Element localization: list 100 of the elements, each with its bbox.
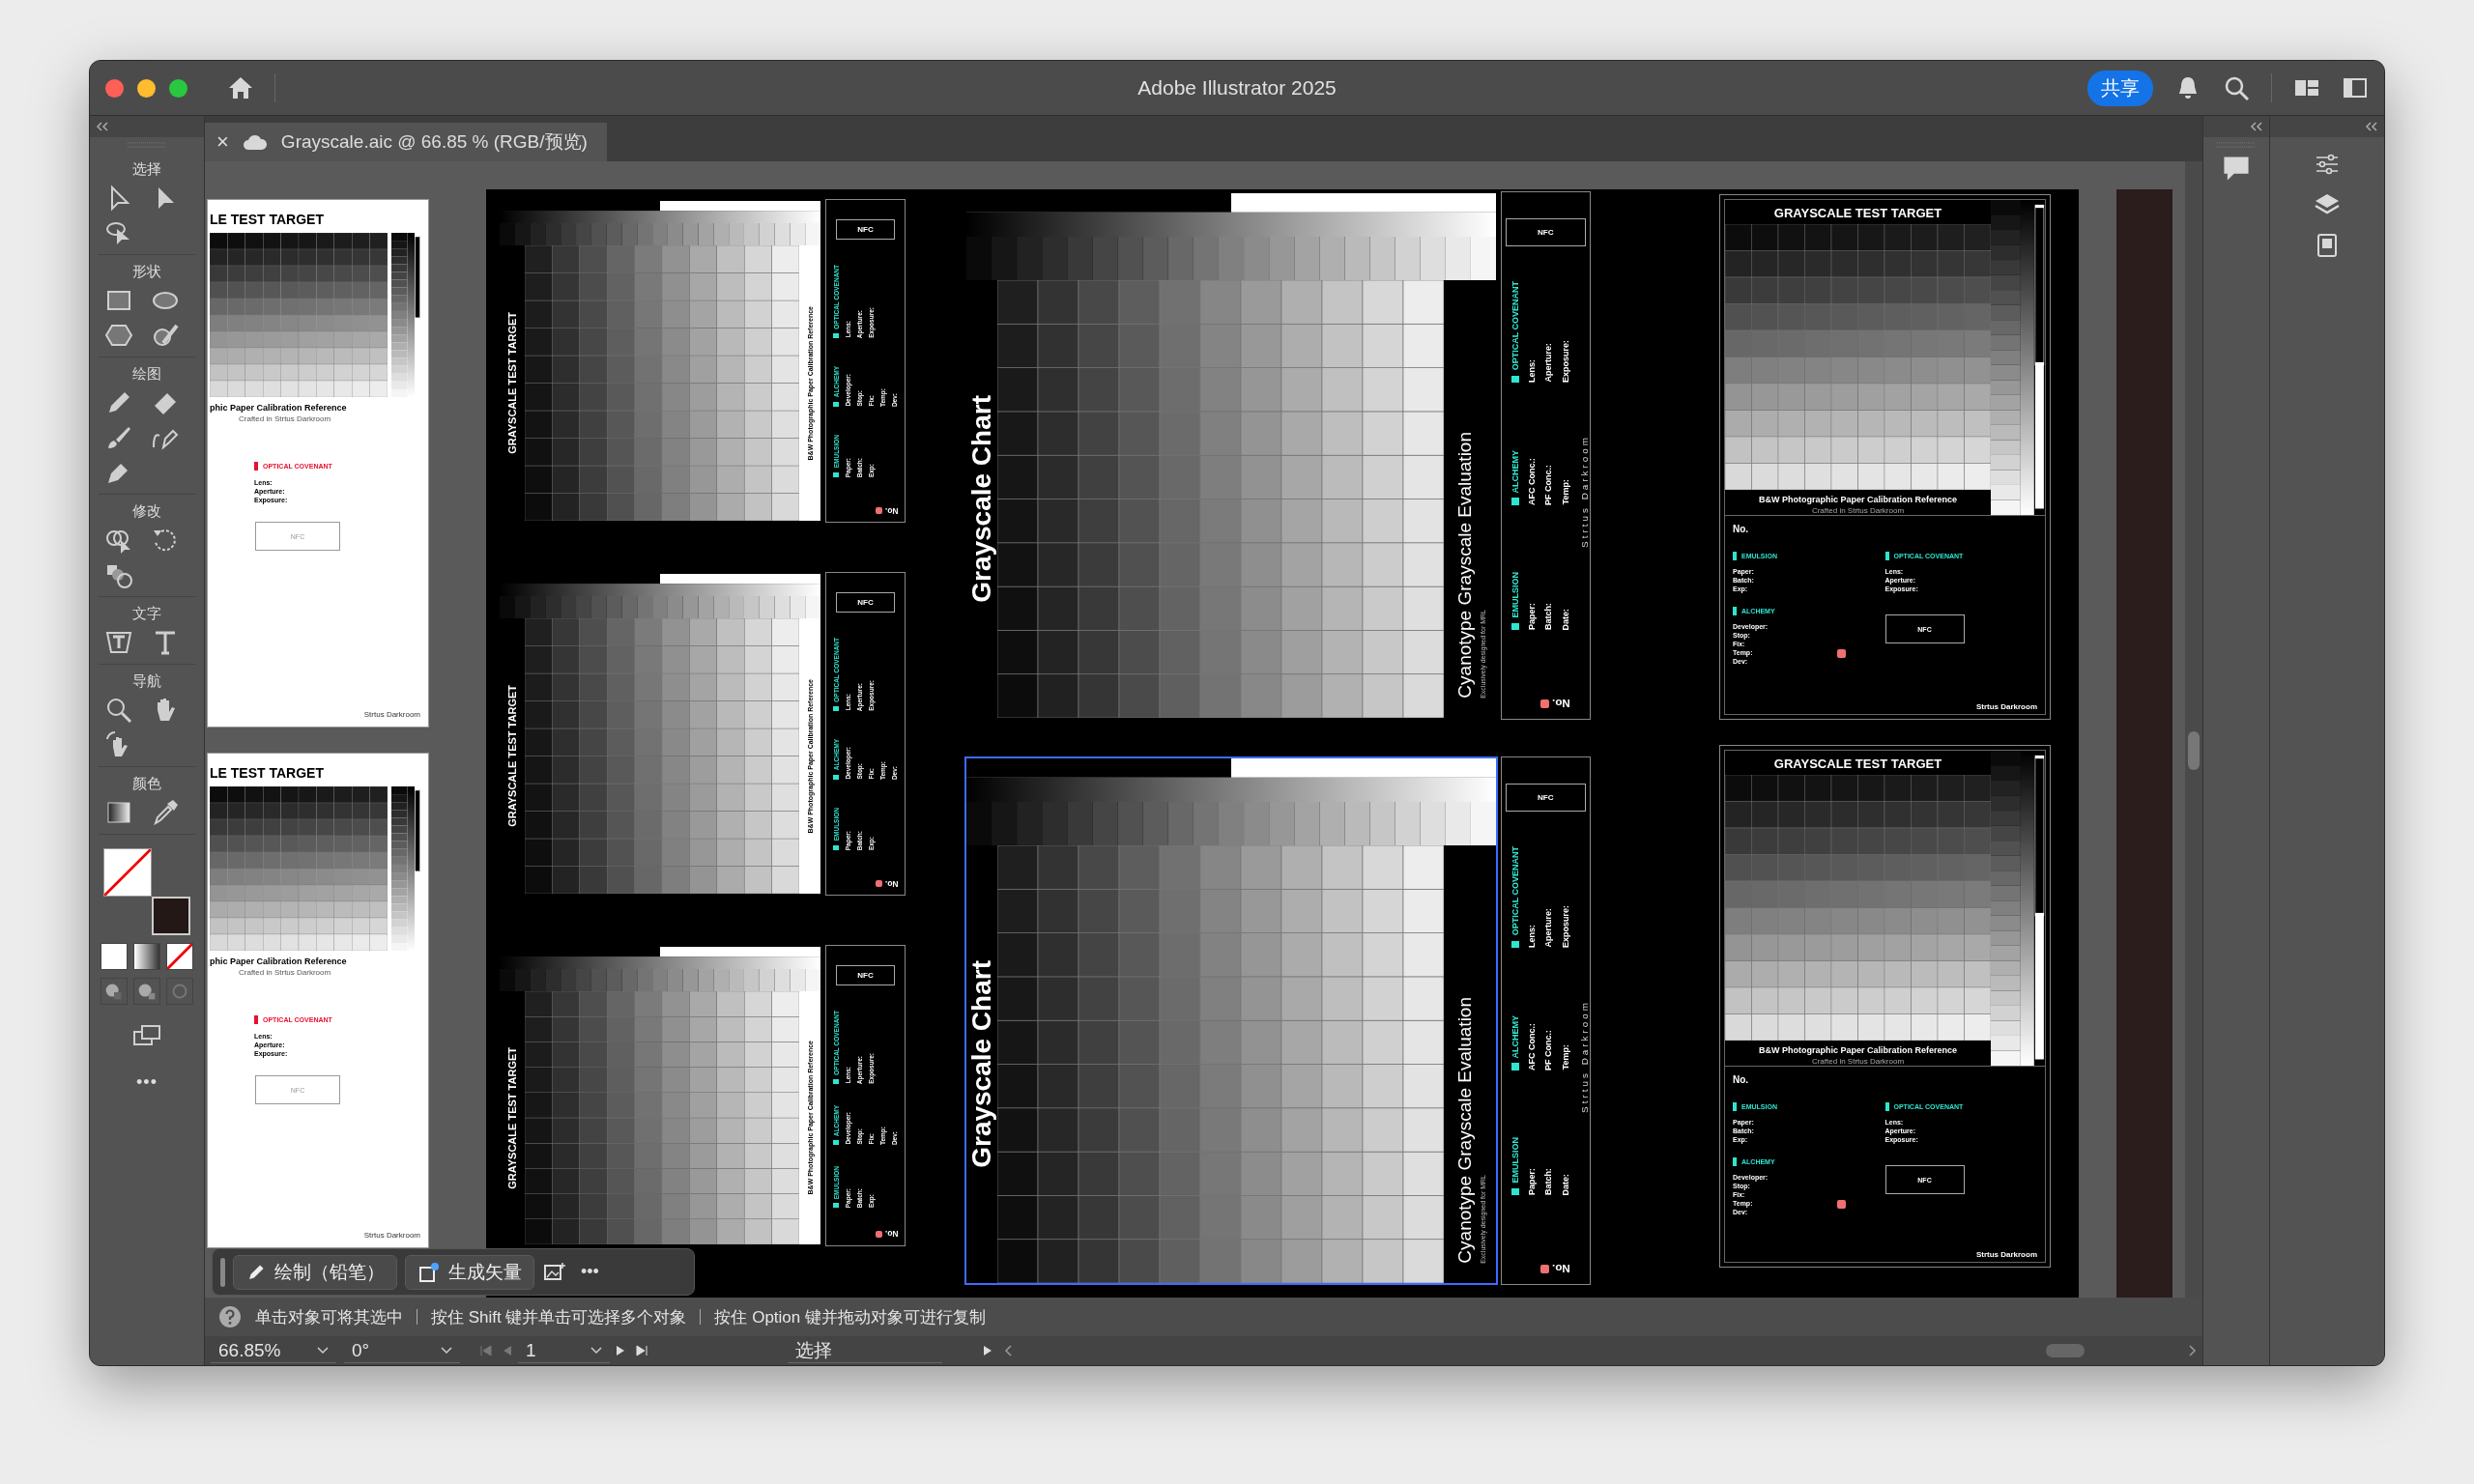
field-label: Paper: [1527, 1168, 1538, 1196]
field-label: Exposure: [1560, 904, 1570, 948]
section-marker-icon [1733, 1102, 1737, 1111]
caret-icon [441, 1346, 452, 1355]
artboard-subtitle: B&W Photographic Paper Calibration Reference [1757, 495, 1958, 504]
field-label: Batch: [1543, 603, 1554, 631]
nfc-box: NFC [1505, 784, 1586, 812]
close-tab-button[interactable]: × [216, 129, 229, 155]
section-marker-icon [1511, 1188, 1519, 1196]
section-marker-icon [1511, 940, 1519, 948]
grip-icon[interactable] [220, 1257, 225, 1287]
studio-credit: Strtus Darkroom [363, 710, 420, 719]
nfc-box: NFC [836, 964, 895, 985]
tool-group-label: 文字 [132, 605, 161, 623]
studio-credit: Strtus Darkroom [1578, 435, 1590, 548]
scrollbar-thumb[interactable] [2188, 731, 2200, 770]
draw-normal-icon[interactable] [101, 978, 128, 1005]
collapse-icon[interactable] [2365, 122, 2378, 131]
section-heading: ALCHEMY [1510, 449, 1520, 494]
artboard-title: GRAYSCALE TEST TARGET [1772, 206, 1943, 220]
close-window-button[interactable] [105, 78, 124, 98]
artboard-title: Grayscale Chart [966, 960, 997, 1168]
draw-pencil-button[interactable]: 绘制（铅笔） [233, 1254, 397, 1290]
artboard-subtitle: phic Paper Calibration Reference [210, 956, 348, 966]
field-label: PF Conc.: [1543, 464, 1554, 505]
tool-group-label: 导航 [132, 672, 161, 691]
badge-icon [876, 1231, 882, 1238]
draw-behind-icon[interactable] [133, 978, 160, 1005]
section-heading: ALCHEMY [1510, 1014, 1520, 1059]
studio-credit: Strtus Darkroom [363, 1231, 420, 1240]
fill-swatch[interactable] [103, 848, 152, 897]
last-artboard-icon[interactable] [635, 1344, 648, 1357]
field-label: Exposure: [1560, 339, 1570, 383]
artboard-subtitle: B&W Photographic Paper Calibration Reference [1757, 1045, 1958, 1055]
field-label: Lens: [1527, 924, 1538, 948]
number-label: No. [1551, 1262, 1570, 1275]
section-marker-icon [833, 705, 839, 711]
help-icon[interactable] [218, 1305, 242, 1328]
zoom-dropdown[interactable]: 66.85% [211, 1338, 336, 1363]
document-tab[interactable]: × Grayscale.aic @ 66.85 % (RGB/预览) [205, 123, 607, 161]
section-marker-icon [833, 1078, 839, 1084]
field-label: PF Conc.: [1543, 1029, 1554, 1070]
window-title: Adobe Illustrator 2025 [1137, 76, 1337, 99]
zoom-window-button[interactable] [169, 78, 187, 98]
section-marker-icon [833, 471, 839, 477]
number-label: No. [884, 505, 899, 516]
stroke-swatch[interactable] [152, 897, 190, 935]
collapse-icon[interactable] [2250, 122, 2263, 131]
badge-icon [1539, 699, 1549, 708]
tool-status-dropdown[interactable]: 选择 [788, 1338, 942, 1363]
more-tools-button[interactable]: ••• [136, 1072, 158, 1093]
more-options-button[interactable]: ••• [575, 1261, 605, 1283]
artboard-credit-line: Crafted in Strtus Darkroom [1810, 506, 1906, 515]
section-marker-icon [1511, 1063, 1519, 1070]
rotation-dropdown[interactable]: 0° [344, 1338, 460, 1363]
field-label: Lens: [1527, 358, 1538, 383]
scrollbar-thumb[interactable] [2046, 1344, 2085, 1357]
section-heading: OPTICAL COVENANT [1510, 846, 1520, 936]
field-label: AFC Conc.: [1527, 457, 1538, 505]
section-marker-icon [254, 1015, 258, 1024]
gradient-mode-button[interactable] [133, 943, 160, 970]
tool-group-label: 修改 [132, 502, 161, 521]
section-marker-icon [1884, 1102, 1889, 1111]
nfc-box: NFC [836, 218, 895, 240]
number-label: No. [1551, 697, 1570, 710]
badge-icon [1837, 1199, 1847, 1209]
studio-credit: Strtus Darkroom [1578, 1000, 1590, 1113]
artboard-dropdown[interactable]: 1 [518, 1338, 610, 1363]
nfc-box: NFC [1505, 218, 1586, 246]
badge-icon [876, 507, 882, 514]
section-marker-icon [1511, 623, 1519, 631]
share-button[interactable]: 共享 [2087, 70, 2153, 106]
number-label: No. [884, 878, 899, 889]
artboard-subtitle: phic Paper Calibration Reference [210, 403, 348, 413]
collapse-icon[interactable] [96, 122, 109, 131]
hint-text: 按住 Shift 键并单击可选择多个对象 [431, 1306, 687, 1328]
section-heading: EMULSION [1510, 572, 1520, 618]
section-marker-icon [833, 332, 839, 338]
search-icon[interactable] [2223, 74, 2250, 101]
minimize-window-button[interactable] [137, 78, 156, 98]
number-label: No. [1733, 524, 1750, 534]
generate-vector-button[interactable]: 生成矢量 [405, 1254, 534, 1290]
artboard-title: LE TEST TARGET [210, 212, 325, 227]
badge-icon [1837, 648, 1847, 658]
nfc-box: NFC [836, 591, 895, 613]
document-title: Grayscale.aic @ 66.85 % (RGB/预览) [280, 130, 588, 154]
number-label: No. [884, 1229, 899, 1240]
field-label: AFC Conc.: [1527, 1022, 1538, 1070]
artboard-title: Grayscale Chart [966, 395, 997, 603]
section-marker-icon [833, 1139, 839, 1146]
section-marker-icon [1884, 552, 1889, 560]
no-fill-button[interactable] [166, 943, 193, 970]
studio-credit: Strtus Darkroom [1975, 702, 2037, 711]
field-label: Aperture: [1543, 908, 1554, 948]
artboard-title: LE TEST TARGET [210, 765, 325, 781]
badge-icon [876, 880, 882, 887]
field-label: Date: [1560, 1173, 1570, 1196]
vector-sparkle-icon [417, 1260, 441, 1284]
artboard-credit-line: Crafted in Strtus Darkroom [239, 414, 332, 423]
color-mode-button[interactable] [101, 943, 128, 970]
